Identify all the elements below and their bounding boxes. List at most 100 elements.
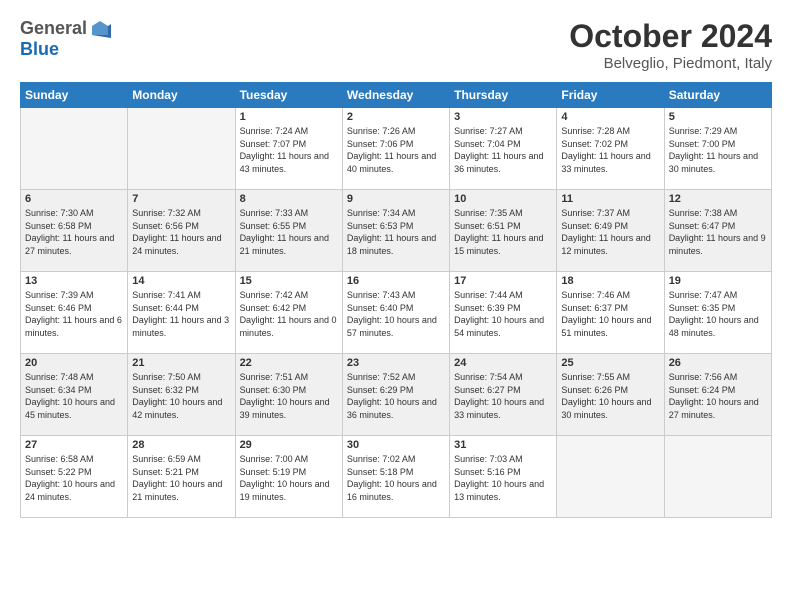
month-title: October 2024 (569, 18, 772, 55)
day-number: 11 (561, 193, 659, 205)
table-row: 27 Sunrise: 6:58 AMSunset: 5:22 PMDayligh… (21, 436, 128, 518)
header-thursday: Thursday (450, 83, 557, 108)
header-saturday: Saturday (664, 83, 771, 108)
day-number: 17 (454, 275, 552, 287)
day-info: Sunrise: 7:02 AMSunset: 5:18 PMDaylight:… (347, 453, 445, 503)
day-info: Sunrise: 7:00 AMSunset: 5:19 PMDaylight:… (240, 453, 338, 503)
table-row: 20Sunrise: 7:48 AMSunset: 6:34 PMDayligh… (21, 354, 128, 436)
table-row: 24 Sunrise: 7:54 AMSunset: 6:27 PMDayligh… (450, 354, 557, 436)
day-info: Sunrise: 7:24 AMSunset: 7:07 PMDaylight:… (240, 125, 338, 175)
day-number: 10 (454, 193, 552, 205)
day-info: Sunrise: 7:41 AMSunset: 6:44 PMDaylight:… (132, 289, 230, 339)
header-friday: Friday (557, 83, 664, 108)
day-number: 5 (669, 111, 767, 123)
day-number: 27 (25, 439, 123, 451)
table-row (21, 108, 128, 190)
header-wednesday: Wednesday (342, 83, 449, 108)
day-number: 24 (454, 357, 552, 369)
table-row: 25 Sunrise: 7:55 AMSunset: 6:26 PMDayligh… (557, 354, 664, 436)
day-info: Sunrise: 7:26 AMSunset: 7:06 PMDaylight:… (347, 125, 445, 175)
table-row: 17Sunrise: 7:44 AMSunset: 6:39 PMDayligh… (450, 272, 557, 354)
day-number: 2 (347, 111, 445, 123)
table-row: 15 Sunrise: 7:42 AMSunset: 6:42 PMDayligh… (235, 272, 342, 354)
day-number: 21 (132, 357, 230, 369)
table-row: 23 Sunrise: 7:52 AMSunset: 6:29 PMDayligh… (342, 354, 449, 436)
day-number: 19 (669, 275, 767, 287)
table-row: 2 Sunrise: 7:26 AMSunset: 7:06 PMDaylight… (342, 108, 449, 190)
day-number: 30 (347, 439, 445, 451)
day-info: Sunrise: 7:52 AMSunset: 6:29 PMDaylight:… (347, 371, 445, 421)
day-info: Sunrise: 6:58 AMSunset: 5:22 PMDaylight:… (25, 453, 123, 503)
day-info: Sunrise: 7:48 AMSunset: 6:34 PMDaylight:… (25, 371, 123, 421)
table-row: 13Sunrise: 7:39 AMSunset: 6:46 PMDayligh… (21, 272, 128, 354)
title-block: October 2024 Belveglio, Piedmont, Italy (569, 18, 772, 72)
day-number: 1 (240, 111, 338, 123)
table-row: 8Sunrise: 7:33 AMSunset: 6:55 PMDaylight… (235, 190, 342, 272)
day-number: 7 (132, 193, 230, 205)
day-info: Sunrise: 7:28 AMSunset: 7:02 PMDaylight:… (561, 125, 659, 175)
page-container: General Blue October 2024 Belveglio, Pie… (0, 0, 792, 528)
day-info: Sunrise: 7:37 AMSunset: 6:49 PMDaylight:… (561, 207, 659, 257)
location: Belveglio, Piedmont, Italy (569, 55, 772, 72)
day-info: Sunrise: 7:32 AMSunset: 6:56 PMDaylight:… (132, 207, 230, 257)
logo: General Blue (20, 18, 111, 60)
table-row: 31Sunrise: 7:03 AMSunset: 5:16 PMDayligh… (450, 436, 557, 518)
calendar-table: Sunday Monday Tuesday Wednesday Thursday… (20, 82, 772, 518)
logo-blue: Blue (20, 40, 111, 60)
table-row: 28Sunrise: 6:59 AMSunset: 5:21 PMDayligh… (128, 436, 235, 518)
table-row (557, 436, 664, 518)
day-number: 16 (347, 275, 445, 287)
day-number: 4 (561, 111, 659, 123)
table-row: 11 Sunrise: 7:37 AMSunset: 6:49 PMDayligh… (557, 190, 664, 272)
calendar-row: 20Sunrise: 7:48 AMSunset: 6:34 PMDayligh… (21, 354, 772, 436)
day-number: 23 (347, 357, 445, 369)
table-row: 3Sunrise: 7:27 AMSunset: 7:04 PMDaylight… (450, 108, 557, 190)
table-row (128, 108, 235, 190)
table-row: 21 Sunrise: 7:50 AMSunset: 6:32 PMDayligh… (128, 354, 235, 436)
header-monday: Monday (128, 83, 235, 108)
day-info: Sunrise: 7:55 AMSunset: 6:26 PMDaylight:… (561, 371, 659, 421)
day-info: Sunrise: 7:34 AMSunset: 6:53 PMDaylight:… (347, 207, 445, 257)
day-info: Sunrise: 7:33 AMSunset: 6:55 PMDaylight:… (240, 207, 338, 257)
calendar-row: 6 Sunrise: 7:30 AMSunset: 6:58 PMDaylight… (21, 190, 772, 272)
day-number: 3 (454, 111, 552, 123)
day-info: Sunrise: 7:35 AMSunset: 6:51 PMDaylight:… (454, 207, 552, 257)
table-row: 26 Sunrise: 7:56 AMSunset: 6:24 PMDayligh… (664, 354, 771, 436)
day-number: 22 (240, 357, 338, 369)
day-number: 25 (561, 357, 659, 369)
day-info: Sunrise: 7:54 AMSunset: 6:27 PMDaylight:… (454, 371, 552, 421)
day-number: 26 (669, 357, 767, 369)
day-info: Sunrise: 7:38 AMSunset: 6:47 PMDaylight:… (669, 207, 767, 257)
day-number: 12 (669, 193, 767, 205)
day-number: 15 (240, 275, 338, 287)
table-row: 29 Sunrise: 7:00 AMSunset: 5:19 PMDayligh… (235, 436, 342, 518)
weekday-header-row: Sunday Monday Tuesday Wednesday Thursday… (21, 83, 772, 108)
table-row: 14 Sunrise: 7:41 AMSunset: 6:44 PMDayligh… (128, 272, 235, 354)
day-info: Sunrise: 7:47 AMSunset: 6:35 PMDaylight:… (669, 289, 767, 339)
day-info: Sunrise: 6:59 AMSunset: 5:21 PMDaylight:… (132, 453, 230, 503)
table-row: 19 Sunrise: 7:47 AMSunset: 6:35 PMDayligh… (664, 272, 771, 354)
table-row: 18Sunrise: 7:46 AMSunset: 6:37 PMDayligh… (557, 272, 664, 354)
table-row: 10 Sunrise: 7:35 AMSunset: 6:51 PMDayligh… (450, 190, 557, 272)
day-info: Sunrise: 7:56 AMSunset: 6:24 PMDaylight:… (669, 371, 767, 421)
day-info: Sunrise: 7:30 AMSunset: 6:58 PMDaylight:… (25, 207, 123, 257)
day-number: 6 (25, 193, 123, 205)
day-info: Sunrise: 7:46 AMSunset: 6:37 PMDaylight:… (561, 289, 659, 339)
day-number: 14 (132, 275, 230, 287)
header-tuesday: Tuesday (235, 83, 342, 108)
table-row (664, 436, 771, 518)
table-row: 1 Sunrise: 7:24 AMSunset: 7:07 PMDaylight… (235, 108, 342, 190)
logo-icon (89, 18, 111, 40)
day-number: 29 (240, 439, 338, 451)
day-info: Sunrise: 7:51 AMSunset: 6:30 PMDaylight:… (240, 371, 338, 421)
day-info: Sunrise: 7:42 AMSunset: 6:42 PMDaylight:… (240, 289, 338, 339)
table-row: 12 Sunrise: 7:38 AMSunset: 6:47 PMDayligh… (664, 190, 771, 272)
header: General Blue October 2024 Belveglio, Pie… (20, 18, 772, 72)
day-number: 13 (25, 275, 123, 287)
table-row: 22 Sunrise: 7:51 AMSunset: 6:30 PMDayligh… (235, 354, 342, 436)
table-row: 16 Sunrise: 7:43 AMSunset: 6:40 PMDayligh… (342, 272, 449, 354)
table-row: 6 Sunrise: 7:30 AMSunset: 6:58 PMDaylight… (21, 190, 128, 272)
day-info: Sunrise: 7:43 AMSunset: 6:40 PMDaylight:… (347, 289, 445, 339)
day-number: 31 (454, 439, 552, 451)
day-info: Sunrise: 7:50 AMSunset: 6:32 PMDaylight:… (132, 371, 230, 421)
